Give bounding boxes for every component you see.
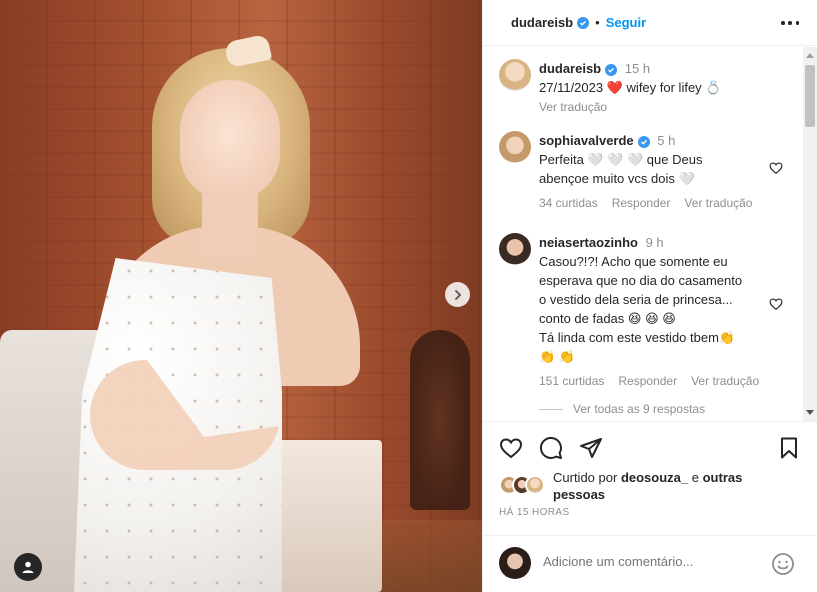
comment-line: Casou?!?! Acho que somente eu bbox=[539, 254, 728, 269]
verified-badge-icon bbox=[637, 136, 650, 148]
comment-time: 5 h bbox=[657, 133, 676, 148]
caption-date: 27/11/2023 bbox=[539, 80, 604, 95]
likes-user[interactable]: deosouza_ bbox=[621, 470, 688, 485]
caption-time: 15 h bbox=[624, 61, 651, 76]
likes-text: Curtido por deosouza_ e outras pessoas bbox=[553, 469, 773, 503]
caption-username[interactable]: dudareisb bbox=[539, 61, 601, 76]
avatar[interactable] bbox=[499, 131, 531, 163]
liker-avatar[interactable] bbox=[525, 475, 545, 495]
comment-text: neiasertaozinho 9 h Casou?!?! Acho que s… bbox=[539, 233, 803, 366]
comment-line: Tá linda com este vestido tbem👏 bbox=[539, 330, 736, 345]
post-photo[interactable] bbox=[0, 0, 482, 592]
comment-item: sophiavalverde 5 h Perfeita 🤍 🤍 🤍 que De… bbox=[499, 131, 803, 210]
comment-item: neiasertaozinho 9 h Casou?!?! Acho que s… bbox=[499, 233, 803, 388]
likes-middle: e bbox=[691, 470, 699, 485]
verified-badge-icon bbox=[577, 16, 590, 29]
background-lamp bbox=[410, 330, 470, 510]
bride-face bbox=[180, 80, 280, 200]
current-user-avatar bbox=[499, 547, 531, 579]
verified-badge-icon bbox=[605, 64, 618, 76]
view-replies-link[interactable]: Ver todas as 9 respostas bbox=[539, 402, 705, 416]
next-photo-button[interactable] bbox=[445, 282, 470, 307]
scroll-up-icon[interactable] bbox=[806, 53, 814, 58]
more-options-icon[interactable] bbox=[781, 14, 799, 32]
caption-text: dudareisb 15 h 27/11/2023 ❤️ wifey for l… bbox=[539, 59, 803, 117]
caption: dudareisb 15 h 27/11/2023 ❤️ wifey for l… bbox=[499, 59, 803, 117]
action-bar bbox=[483, 421, 817, 467]
see-translation-link[interactable]: Ver tradução bbox=[691, 374, 759, 388]
save-bookmark-icon[interactable] bbox=[777, 436, 801, 460]
scroll-down-icon[interactable] bbox=[806, 410, 814, 415]
share-paper-plane-icon[interactable] bbox=[579, 436, 603, 460]
heart-emoji: ❤️ bbox=[606, 80, 623, 95]
comment-username[interactable]: neiasertaozinho bbox=[539, 235, 638, 250]
add-comment-bar bbox=[483, 535, 817, 592]
comment-line: abençoe muito vcs dois 🤍 bbox=[539, 171, 695, 186]
comment-likes[interactable]: 34 curtidas bbox=[539, 196, 598, 210]
comments-list[interactable]: dudareisb 15 h 27/11/2023 ❤️ wifey for l… bbox=[483, 47, 803, 421]
separator-dot: • bbox=[595, 15, 600, 30]
post-header: dudareisb • Seguir bbox=[483, 0, 817, 46]
comment-line: esperava que no dia do casamento bbox=[539, 273, 743, 288]
like-comment-heart-icon[interactable] bbox=[769, 161, 783, 175]
comments-scrollbar[interactable] bbox=[803, 47, 817, 421]
scroll-thumb[interactable] bbox=[805, 65, 815, 127]
see-translation-link[interactable]: Ver tradução bbox=[684, 196, 752, 210]
likes-prefix: Curtido por bbox=[553, 470, 618, 485]
post-time-ago[interactable]: HÁ 15 HORAS bbox=[499, 507, 570, 518]
like-heart-icon[interactable] bbox=[499, 436, 523, 460]
likes-summary: Curtido por deosouza_ e outras pessoas bbox=[499, 467, 801, 507]
avatar[interactable] bbox=[499, 233, 531, 265]
comment-bubble-icon[interactable] bbox=[539, 436, 563, 460]
comment-line: 👏 👏 bbox=[539, 349, 575, 364]
replies-line bbox=[539, 408, 563, 410]
comment-line: Perfeita 🤍 🤍 🤍 que Deus bbox=[539, 152, 703, 167]
reply-button[interactable]: Responder bbox=[618, 374, 677, 388]
author-username[interactable]: dudareisb bbox=[511, 15, 573, 30]
tagged-users-button[interactable] bbox=[14, 553, 42, 581]
user-icon bbox=[22, 561, 34, 573]
emoji-smiley-icon[interactable] bbox=[771, 552, 795, 576]
comment-line: o vestido dela seria de princesa... bbox=[539, 292, 733, 307]
caption-see-translation[interactable]: Ver tradução bbox=[539, 100, 607, 114]
comment-meta: 151 curtidas Responder Ver tradução bbox=[539, 374, 803, 388]
post-panel: dudareisb • Seguir dudareisb 15 h 27/11/… bbox=[482, 0, 817, 592]
comment-likes[interactable]: 151 curtidas bbox=[539, 374, 604, 388]
comment-input[interactable] bbox=[543, 554, 753, 569]
comment-time: 9 h bbox=[645, 235, 664, 250]
avatar[interactable] bbox=[499, 59, 531, 91]
reply-button[interactable]: Responder bbox=[612, 196, 671, 210]
comment-username[interactable]: sophiavalverde bbox=[539, 133, 634, 148]
ring-emoji: 💍 bbox=[705, 80, 722, 95]
comment-meta: 34 curtidas Responder Ver tradução bbox=[539, 196, 803, 210]
view-replies-label: Ver todas as 9 respostas bbox=[573, 402, 706, 416]
chevron-right-icon bbox=[454, 289, 461, 300]
caption-body: wifey for lifey bbox=[626, 80, 702, 95]
comment-text: sophiavalverde 5 h Perfeita 🤍 🤍 🤍 que De… bbox=[539, 131, 803, 188]
follow-button[interactable]: Seguir bbox=[606, 15, 646, 30]
comment-line: conto de fadas 😆 😆 😆 bbox=[539, 311, 676, 326]
like-comment-heart-icon[interactable] bbox=[769, 297, 783, 311]
